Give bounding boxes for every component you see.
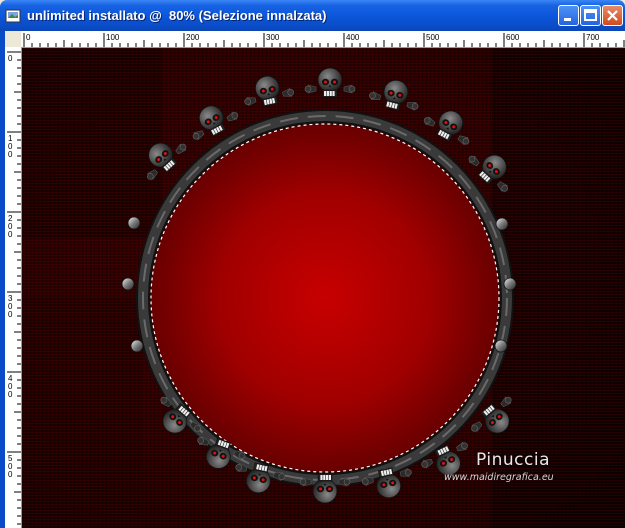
title-bar[interactable]: unlimited installato @ 80% (Selezione in… (0, 0, 625, 31)
ruler-label: 0 (8, 310, 13, 319)
ruler-label: 700 (586, 33, 600, 42)
image-window: unlimited installato @ 80% (Selezione in… (0, 0, 625, 528)
minimize-button[interactable] (558, 5, 579, 26)
image-document-icon (5, 8, 21, 24)
window-title: unlimited installato @ 80% (Selezione in… (27, 8, 327, 23)
ruler-label: 0 (26, 33, 31, 42)
close-icon (607, 10, 618, 21)
vertical-ruler-ticks: 0100200300400500 (7, 51, 21, 525)
ruler-label: 0 (8, 390, 13, 399)
ruler-label: 500 (426, 33, 440, 42)
image-canvas[interactable]: Pinuccia www.maidiregrafica.eu (22, 48, 625, 528)
maximize-button[interactable] (580, 5, 601, 26)
ruler-label: 0 (8, 470, 13, 479)
watermark-name: Pinuccia (476, 450, 550, 470)
maximize-icon (584, 9, 597, 21)
horizontal-ruler[interactable]: 0 100 200 300 400 500 600 700 (21, 31, 625, 48)
ruler-label: 0 (8, 54, 13, 63)
close-button[interactable] (602, 5, 623, 26)
ruler-corner (5, 31, 21, 47)
minimize-icon (564, 18, 571, 21)
ruler-label: 200 (186, 33, 200, 42)
ruler-label: 400 (346, 33, 360, 42)
ruler-label: 300 (266, 33, 280, 42)
ruler-label: 0 (8, 150, 13, 159)
vertical-ruler[interactable]: 0100200300400500 (5, 47, 22, 528)
ruler-label: 100 (106, 33, 120, 42)
horizontal-ruler-ticks: 0 100 200 300 400 500 600 700 (23, 33, 625, 47)
ruler-label: 600 (506, 33, 520, 42)
ruler-label: 0 (8, 230, 13, 239)
watermark-url: www.maidiregrafica.eu (444, 472, 554, 483)
